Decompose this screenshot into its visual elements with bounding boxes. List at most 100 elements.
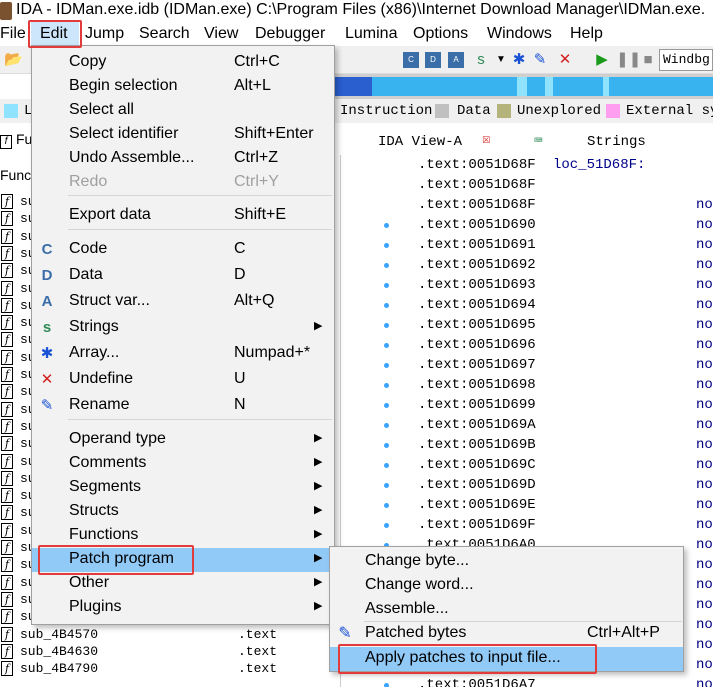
breakpoint-dot[interactable] xyxy=(384,423,389,428)
menu-item-plugins[interactable]: Plugins ▶ xyxy=(32,596,334,620)
menu-item-label: Data xyxy=(69,266,103,283)
disasm-line[interactable]: .text:0051D68F xyxy=(341,175,713,195)
disasm-line[interactable]: .text:0051D68F loc_51D68F: xyxy=(341,155,713,175)
disasm-line[interactable]: .text:0051D6A7 no xyxy=(341,675,713,687)
disasm-line[interactable]: .text:0051D690 no xyxy=(341,215,713,235)
function-row[interactable]: f sub_4B4790 .text xyxy=(0,659,332,678)
disasm-line[interactable]: .text:0051D69A no xyxy=(341,415,713,435)
breakpoint-dot[interactable] xyxy=(384,363,389,368)
disasm-line[interactable]: .text:0051D698 no xyxy=(341,375,713,395)
menu-item-operand-type[interactable]: Operand type ▶ xyxy=(32,428,334,452)
menu-item-shortcut: Alt+L xyxy=(234,77,271,94)
breakpoint-dot[interactable] xyxy=(384,383,389,388)
menu-item-rename[interactable]: ✎ Rename N xyxy=(32,394,334,418)
menu-item-undefine[interactable]: ✕ Undefine U xyxy=(32,368,334,392)
disasm-line[interactable]: .text:0051D69B no xyxy=(341,435,713,455)
disasm-address: .text:0051D69C xyxy=(418,457,536,473)
stop-icon[interactable]: ■ xyxy=(639,51,657,69)
menu-item-segments[interactable]: Segments ▶ xyxy=(32,476,334,500)
disasm-line[interactable]: .text:0051D699 no xyxy=(341,395,713,415)
disasm-line[interactable]: .text:0051D69F no xyxy=(341,515,713,535)
menu-item-begin-selection[interactable]: Begin selection Alt+L xyxy=(32,75,334,99)
submenu-item-change-word[interactable]: Change word... xyxy=(330,574,683,598)
close-icon[interactable]: ☒ xyxy=(482,131,490,148)
menu-item-select-all[interactable]: Select all xyxy=(32,99,334,123)
rename-icon[interactable]: ✎ xyxy=(531,51,549,69)
disasm-line[interactable]: .text:0051D694 no xyxy=(341,295,713,315)
menu-item-redo[interactable]: Redo Ctrl+Y xyxy=(32,171,334,195)
apply-patches-red-outline xyxy=(338,644,597,674)
menu-item-copy[interactable]: Copy Ctrl+C xyxy=(32,51,334,75)
tab-ida-view-a[interactable]: IDA View-A ☒ xyxy=(370,131,500,155)
strings-icon[interactable]: s xyxy=(472,51,490,69)
menu-item-array[interactable]: ✱ Array... Numpad+* xyxy=(32,342,334,366)
breakpoint-dot[interactable] xyxy=(384,343,389,348)
disasm-line[interactable]: .text:0051D697 no xyxy=(341,355,713,375)
menu-item-export-data[interactable]: Export data Shift+E xyxy=(32,204,334,228)
breakpoint-dot[interactable] xyxy=(384,463,389,468)
breakpoint-dot[interactable] xyxy=(384,283,389,288)
code-icon[interactable]: C xyxy=(403,52,419,68)
breakpoint-dot[interactable] xyxy=(384,303,389,308)
submenu-item-change-byte[interactable]: Change byte... xyxy=(330,550,683,574)
disasm-line[interactable]: .text:0051D695 no xyxy=(341,315,713,335)
menu-lumina[interactable]: Lumina xyxy=(345,25,397,43)
menu-jump[interactable]: Jump xyxy=(85,25,124,43)
breakpoint-dot[interactable] xyxy=(384,503,389,508)
menu-item-code[interactable]: C Code C xyxy=(32,238,334,262)
menu-windows[interactable]: Windows xyxy=(487,25,552,43)
undefine-icon[interactable]: ✕ xyxy=(556,51,574,69)
menu-item-other[interactable]: Other ▶ xyxy=(32,572,334,596)
breakpoint-dot[interactable] xyxy=(384,323,389,328)
menu-file[interactable]: File xyxy=(0,25,26,43)
menu-item-strings[interactable]: s Strings ▶ xyxy=(32,316,334,340)
disasm-line[interactable]: .text:0051D691 no xyxy=(341,235,713,255)
chevron-down-icon[interactable]: ▼ xyxy=(492,51,510,69)
disasm-line[interactable]: .text:0051D696 no xyxy=(341,335,713,355)
disasm-line[interactable]: .text:0051D693 no xyxy=(341,275,713,295)
menu-item-comments[interactable]: Comments ▶ xyxy=(32,452,334,476)
disasm-line[interactable]: .text:0051D69E no xyxy=(341,495,713,515)
disasm-line[interactable]: .text:0051D69D no xyxy=(341,475,713,495)
disasm-line[interactable]: .text:0051D692 no xyxy=(341,255,713,275)
submenu-item-patched-bytes[interactable]: ✎ Patched bytes Ctrl+Alt+P xyxy=(330,622,683,646)
data-icon[interactable]: D xyxy=(425,52,441,68)
menu-help[interactable]: Help xyxy=(570,25,603,43)
breakpoint-dot[interactable] xyxy=(384,683,389,687)
navigation-band[interactable] xyxy=(332,74,713,99)
function-row[interactable]: f sub_4B4630 .text xyxy=(0,642,332,661)
open-folder-icon[interactable]: 📂 xyxy=(4,51,23,69)
disasm-operand: no xyxy=(696,437,713,453)
window-title: IDA - IDMan.exe.idb (IDMan.exe) C:\Progr… xyxy=(16,1,706,18)
menu-item-select-identifier[interactable]: Select identifier Shift+Enter xyxy=(32,123,334,147)
disasm-line[interactable]: .text:0051D68F no xyxy=(341,195,713,215)
struct-icon[interactable]: A xyxy=(448,52,464,68)
menu-options[interactable]: Options xyxy=(413,25,468,43)
breakpoint-dot[interactable] xyxy=(384,403,389,408)
submenu-item-assemble[interactable]: Assemble... xyxy=(330,598,683,622)
array-icon[interactable]: ✱ xyxy=(510,51,528,69)
disasm-line[interactable]: .text:0051D69C no xyxy=(341,455,713,475)
menu-view[interactable]: View xyxy=(204,25,238,43)
tab-strings[interactable]: ⌨ Strings xyxy=(532,131,702,155)
function-row[interactable]: f sub_4B4570 .text xyxy=(0,625,332,644)
menu-item-undo-assemble[interactable]: Undo Assemble... Ctrl+Z xyxy=(32,147,334,171)
debugger-select[interactable]: Windbg xyxy=(659,49,713,71)
menu-item-shortcut: N xyxy=(234,396,246,413)
menu-item-structs[interactable]: Structs ▶ xyxy=(32,500,334,524)
breakpoint-dot[interactable] xyxy=(384,443,389,448)
breakpoint-dot[interactable] xyxy=(384,483,389,488)
breakpoint-dot[interactable] xyxy=(384,243,389,248)
edit-menu: Copy Ctrl+C Begin selection Alt+L Select all… xyxy=(31,45,335,625)
breakpoint-dot[interactable] xyxy=(384,263,389,268)
breakpoint-dot[interactable] xyxy=(384,523,389,528)
menu-debugger[interactable]: Debugger xyxy=(255,25,325,43)
menu-item-struct-var[interactable]: A Struct var... Alt+Q xyxy=(32,290,334,314)
functions-tab[interactable]: f Fu xyxy=(0,131,32,149)
menu-search[interactable]: Search xyxy=(139,25,190,43)
menu-item-data[interactable]: D Data D xyxy=(32,264,334,288)
pause-icon[interactable]: ❚❚ xyxy=(616,51,641,69)
play-icon[interactable]: ▶ xyxy=(593,51,611,69)
breakpoint-dot[interactable] xyxy=(384,223,389,228)
function-icon: f xyxy=(1,522,13,538)
